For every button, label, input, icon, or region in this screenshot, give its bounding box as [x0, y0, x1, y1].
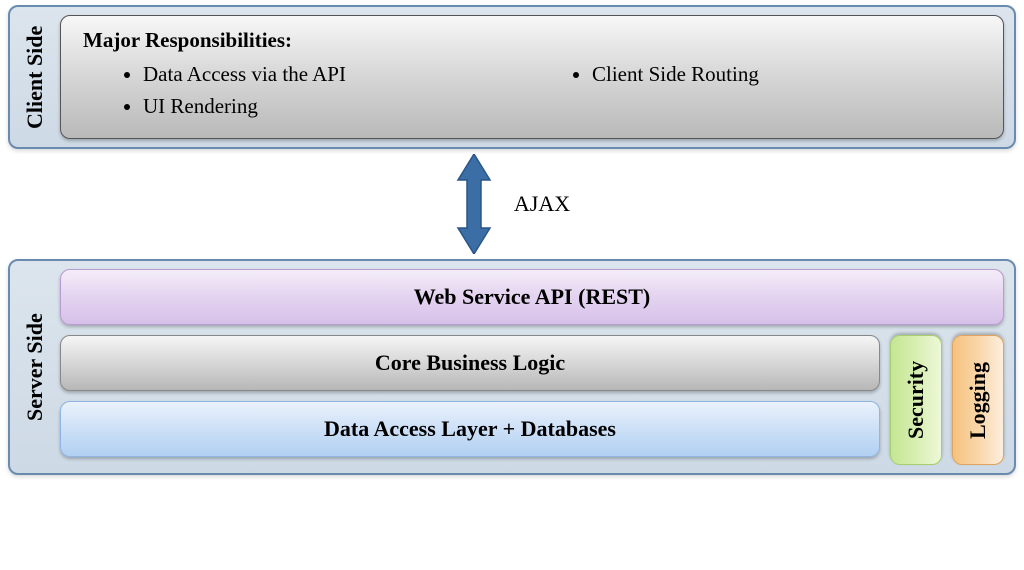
server-side-tier: Server Side Web Service API (REST) Core … [8, 259, 1016, 475]
list-item: Data Access via the API [143, 59, 532, 91]
list-item: UI Rendering [143, 91, 532, 123]
layer-data-access: Data Access Layer + Databases [60, 401, 880, 457]
responsibilities-list-left: Data Access via the API UI Rendering [83, 59, 532, 122]
client-side-tier: Client Side Major Responsibilities: Data… [8, 5, 1016, 149]
responsibilities-title: Major Responsibilities: [83, 28, 981, 53]
connector-label: AJAX [514, 191, 570, 217]
list-item: Client Side Routing [592, 59, 981, 91]
layer-core-business-logic: Core Business Logic [60, 335, 880, 391]
server-side-label: Server Side [10, 269, 60, 465]
client-side-label: Client Side [10, 15, 60, 139]
connector-section: AJAX [8, 149, 1016, 259]
responsibilities-list-right: Client Side Routing [532, 59, 981, 91]
layer-web-service-api: Web Service API (REST) [60, 269, 1004, 325]
pillar-logging: Logging [952, 335, 1004, 465]
double-arrow-icon [454, 154, 494, 254]
pillar-security: Security [890, 335, 942, 465]
responsibilities-box: Major Responsibilities: Data Access via … [60, 15, 1004, 139]
